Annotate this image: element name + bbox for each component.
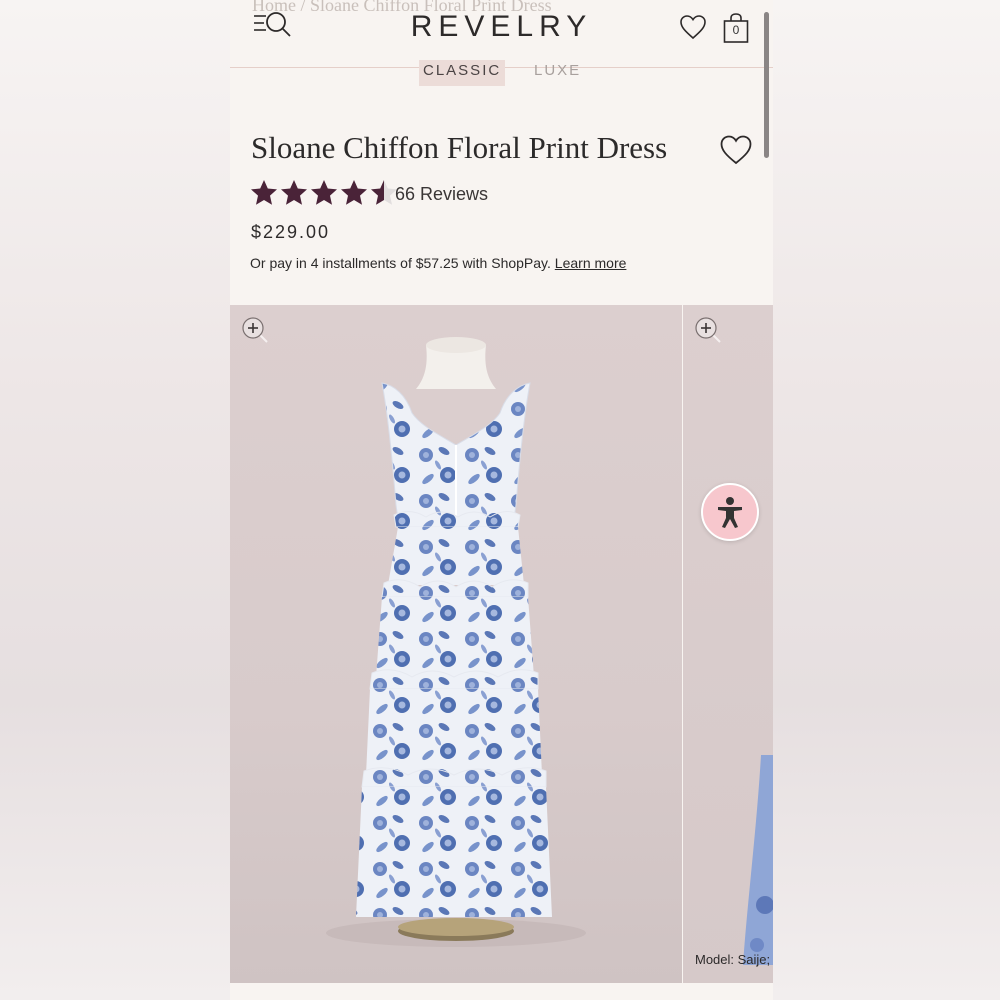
reviews-link[interactable]: 66 Reviews [395,184,488,205]
product-page: Home / Sloane Chiffon Floral Print Dress… [230,0,773,1000]
dress-photo [326,337,586,947]
product-image-next[interactable]: Model: Saije; [683,305,773,983]
product-image-main[interactable] [230,305,682,983]
product-price: $229.00 [251,222,331,242]
product-title: Sloane Chiffon Floral Print Dress [251,130,668,165]
learn-more-link[interactable]: Learn more [555,255,627,271]
star-icon [311,180,337,205]
heart-icon [720,135,752,165]
star-icon [281,180,307,205]
bottom-strip [230,983,773,1000]
site-header: Home / Sloane Chiffon Floral Print Dress… [230,0,773,158]
scrollbar[interactable] [764,12,769,158]
wishlist-button[interactable] [679,14,707,40]
star-icon [341,180,367,205]
star-icon [251,180,277,205]
cart-count: 0 [732,23,740,37]
installments-text: Or pay in 4 installments of $57.25 with … [250,255,626,271]
model-caption: Model: Saije; [695,952,771,967]
heart-icon [680,15,706,40]
installments-label: Or pay in 4 installments of $57.25 with … [250,255,551,271]
tab-luxe[interactable]: LUXE [530,60,585,86]
tab-classic[interactable]: CLASSIC [419,60,506,86]
cart-button[interactable]: 0 [722,12,750,44]
star-rating[interactable] [249,178,399,212]
model-photo-partial [743,755,773,965]
add-to-wishlist-button[interactable] [719,134,753,166]
